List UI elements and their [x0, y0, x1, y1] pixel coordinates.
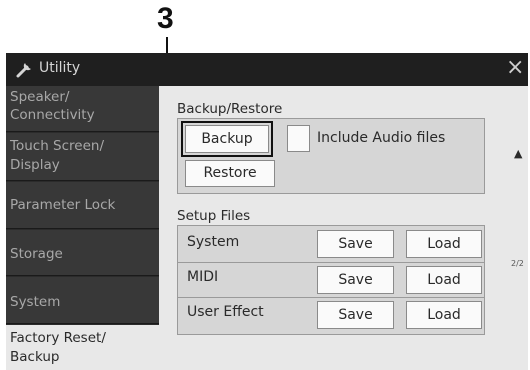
setup-row-midi-label: MIDI — [187, 269, 219, 285]
utility-window: Utility × Speaker/ Connectivity Touch Sc… — [6, 53, 528, 370]
restore-button[interactable]: Restore — [185, 160, 275, 187]
sidebar-item-label: Backup — [10, 349, 60, 365]
backup-button[interactable]: Backup — [181, 121, 273, 157]
sidebar-item-storage[interactable]: Storage — [6, 230, 159, 276]
title-bar: Utility × — [6, 53, 528, 86]
user-effect-save-button[interactable]: Save — [317, 301, 394, 329]
sidebar-item-label: System — [10, 294, 61, 310]
window-title: Utility — [39, 60, 81, 76]
sidebar-item-label: Factory Reset/ — [10, 330, 106, 346]
sidebar-item-label: Speaker/ — [10, 89, 70, 105]
setup-row-user-effect-label: User Effect — [187, 304, 264, 320]
sidebar-item-factory-reset-backup[interactable]: Factory Reset/ Backup — [6, 325, 159, 370]
user-effect-load-button[interactable]: Load — [406, 301, 482, 329]
system-load-button[interactable]: Load — [406, 230, 482, 258]
sidebar: Speaker/ Connectivity Touch Screen/ Disp… — [6, 86, 159, 370]
close-icon[interactable]: × — [506, 56, 524, 80]
midi-load-button[interactable]: Load — [406, 266, 482, 294]
backup-restore-heading: Backup/Restore — [177, 101, 283, 117]
row-divider — [178, 262, 484, 263]
include-audio-label: Include Audio files — [317, 130, 446, 146]
content-pane: Backup/Restore Backup Include Audio file… — [159, 86, 528, 370]
sidebar-item-touch-screen-display[interactable]: Touch Screen/ Display — [6, 133, 159, 181]
page-indicator: 2/2 — [511, 259, 524, 268]
include-audio-checkbox[interactable] — [287, 125, 310, 152]
callout-number: 3 — [157, 2, 174, 35]
sidebar-item-system[interactable]: System — [6, 277, 159, 324]
sidebar-item-parameter-lock[interactable]: Parameter Lock — [6, 182, 159, 229]
row-divider — [178, 297, 484, 298]
setup-files-heading: Setup Files — [177, 208, 251, 224]
setup-row-system-label: System — [187, 234, 240, 250]
sidebar-item-label: Touch Screen/ — [10, 138, 104, 154]
sidebar-item-speaker-connectivity[interactable]: Speaker/ Connectivity — [6, 86, 159, 132]
sidebar-item-label: Connectivity — [10, 107, 95, 123]
midi-save-button[interactable]: Save — [317, 266, 394, 294]
sidebar-item-label: Parameter Lock — [10, 197, 116, 213]
sidebar-item-label: Display — [10, 157, 60, 173]
sidebar-item-label: Storage — [10, 246, 63, 262]
wrench-icon — [16, 63, 31, 78]
system-save-button[interactable]: Save — [317, 230, 394, 258]
scroll-up-icon[interactable]: ▲ — [514, 147, 522, 160]
